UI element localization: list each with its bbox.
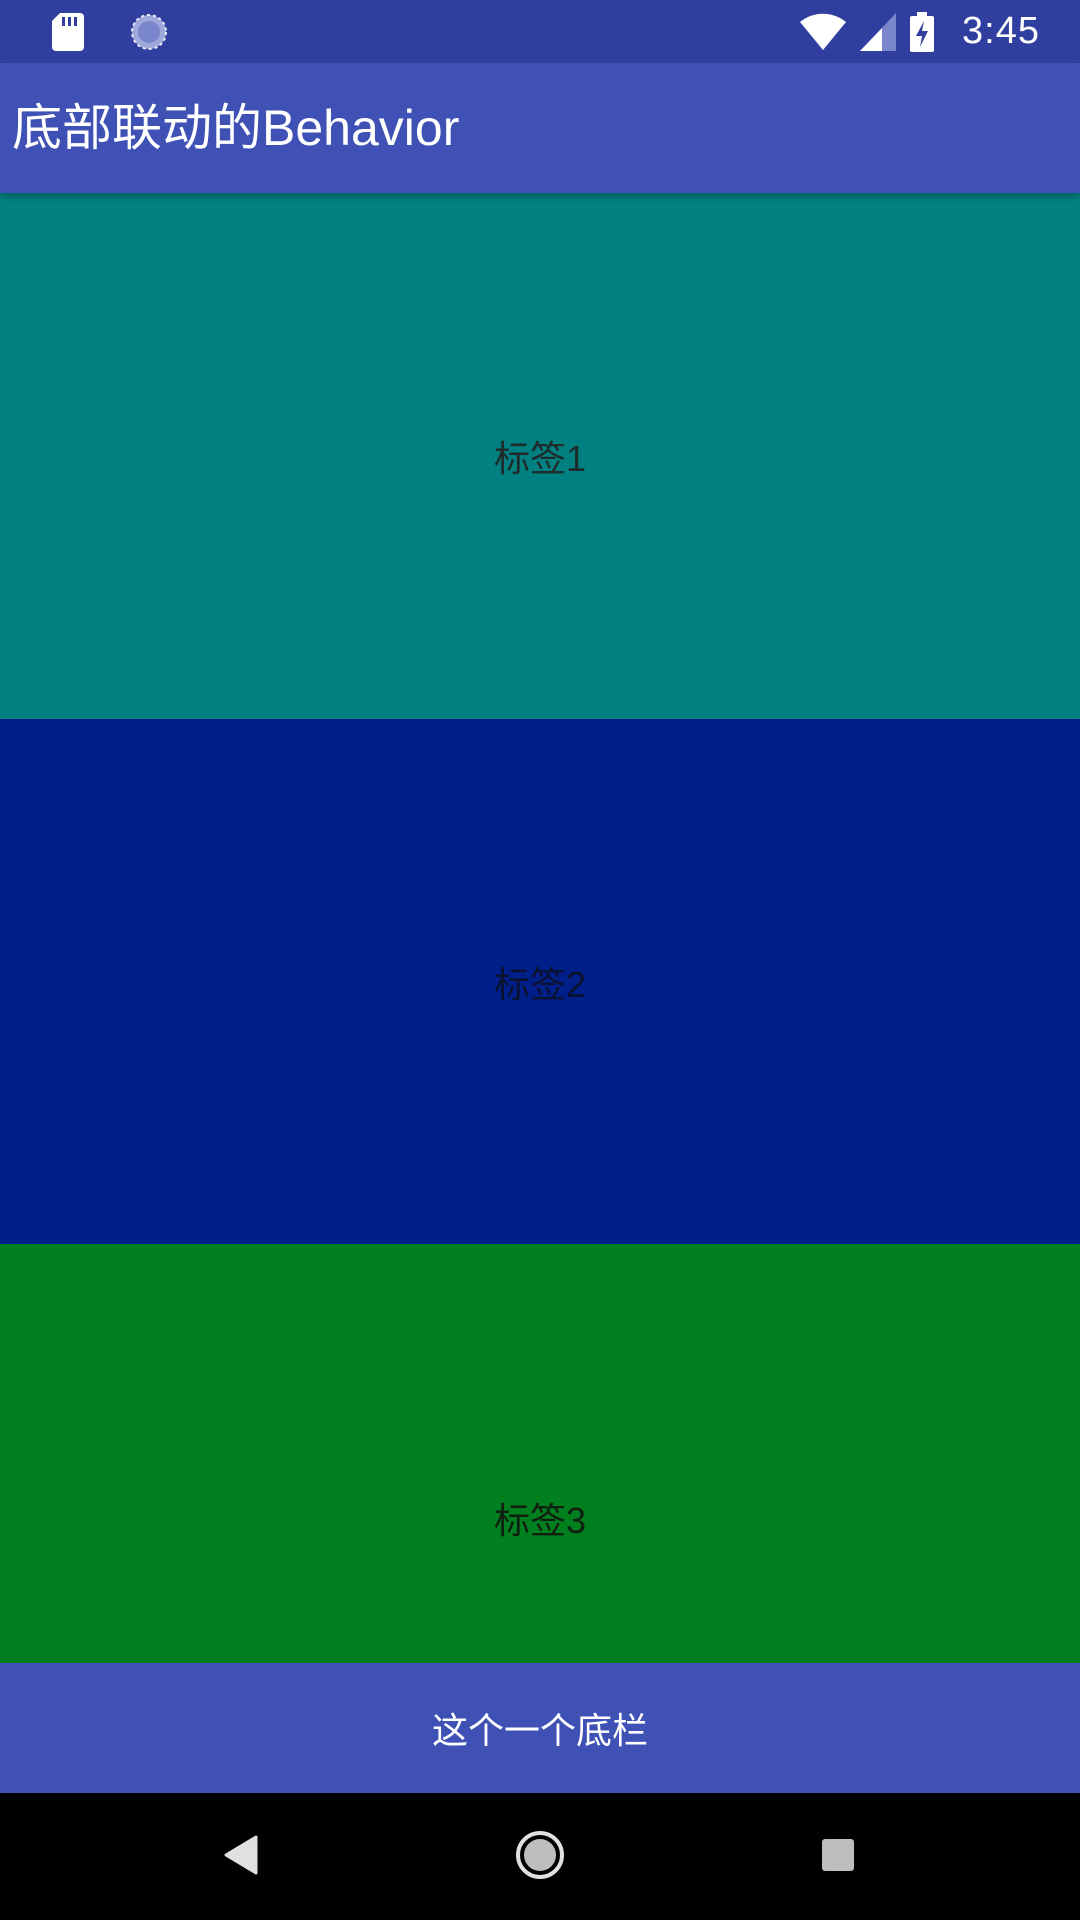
status-bar-right: 3:45	[800, 0, 1040, 63]
home-icon	[515, 1830, 565, 1884]
screen: 3:45 底部联动的Behavior 标签1 标签2 标签3 这个一个底栏	[0, 0, 1080, 1920]
bottom-bar-label: 这个一个底栏	[431, 1710, 648, 1751]
panel-label-1: 标签1	[493, 438, 587, 479]
cell-signal-icon	[860, 12, 897, 51]
back-icon	[224, 1835, 258, 1879]
navigation-bar	[0, 1793, 1080, 1920]
app-bar: 底部联动的Behavior	[0, 63, 1080, 193]
wifi-icon	[800, 13, 847, 51]
status-bar: 3:45	[0, 0, 1080, 63]
app-title: 底部联动的Behavior	[12, 100, 460, 156]
tab-panel-1[interactable]: 标签1	[0, 193, 1080, 719]
back-button[interactable]	[181, 1793, 301, 1920]
sd-card-icon	[52, 12, 84, 51]
status-bar-left	[52, 0, 168, 63]
recents-button[interactable]	[778, 1793, 898, 1920]
recents-icon	[821, 1838, 855, 1876]
panel-label-2: 标签2	[493, 963, 587, 1005]
tab-panel-2[interactable]: 标签2	[0, 719, 1080, 1244]
tab-panel-3[interactable]: 标签3	[0, 1244, 1080, 1663]
bottom-bar[interactable]: 这个一个底栏	[0, 1663, 1080, 1793]
loading-icon	[130, 13, 168, 51]
panel-label-3: 标签3	[493, 1499, 587, 1541]
battery-charging-icon	[910, 11, 935, 52]
home-button[interactable]	[480, 1793, 600, 1920]
status-time: 3:45	[962, 10, 1040, 52]
